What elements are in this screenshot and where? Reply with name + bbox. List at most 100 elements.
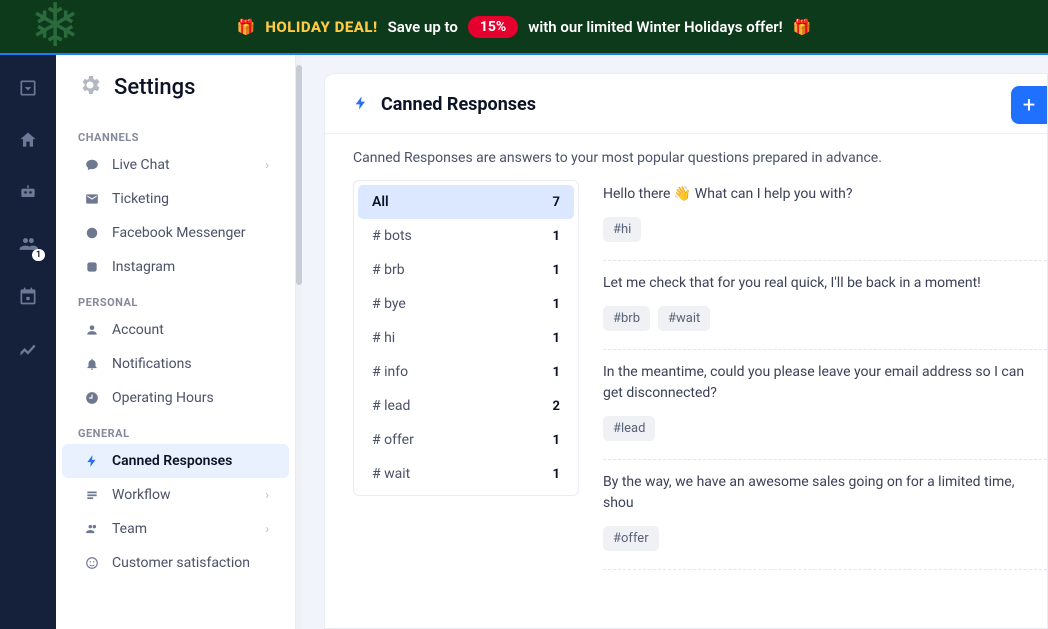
sidebar-item-team[interactable]: Team ›	[62, 512, 289, 546]
gift-icon: 🎁	[237, 18, 256, 36]
nav-label: Customer satisfaction	[112, 555, 250, 571]
bot-icon[interactable]	[17, 181, 39, 203]
tag-count: 1	[553, 297, 560, 312]
tag-label: # info	[372, 364, 408, 380]
tag-label: # bots	[372, 228, 412, 244]
team-icon	[84, 522, 100, 536]
account-icon	[84, 323, 100, 337]
nav-label: Account	[112, 322, 164, 338]
banner-prefix: Save up to	[388, 18, 458, 36]
tag-filter-row[interactable]: # info1	[358, 355, 574, 389]
response-item[interactable]: Hello there 👋 What can I help you with? #…	[603, 180, 1047, 261]
response-item[interactable]: Let me check that for you real quick, I'…	[603, 261, 1047, 350]
calendar-icon[interactable]	[17, 285, 39, 307]
settings-sidebar: Settings CHANNELS Live Chat › Ticketing F…	[56, 55, 296, 629]
nav-label: Operating Hours	[112, 390, 214, 406]
response-tag[interactable]: #wait	[658, 306, 710, 331]
nav-label: Instagram	[112, 259, 175, 275]
messenger-icon	[84, 226, 100, 240]
section-general: GENERAL	[56, 415, 295, 444]
snowflake-icon: ❄	[30, 0, 80, 61]
section-channels: CHANNELS	[56, 119, 295, 148]
sidebar-item-instagram[interactable]: Instagram	[62, 250, 289, 284]
bell-icon	[84, 357, 100, 371]
response-text: By the way, we have an awesome sales goi…	[603, 472, 1047, 514]
responses-list: Hello there 👋 What can I help you with? #…	[579, 180, 1047, 628]
tag-label: # bye	[372, 296, 406, 312]
smile-icon	[84, 556, 100, 570]
response-text: In the meantime, could you please leave …	[603, 362, 1047, 404]
nav-rail: 1	[0, 55, 56, 629]
people-icon[interactable]: 1	[17, 233, 39, 255]
tag-count: 1	[553, 433, 560, 448]
nav-label: Notifications	[112, 356, 192, 372]
section-personal: PERSONAL	[56, 284, 295, 313]
sidebar-item-ticketing[interactable]: Ticketing	[62, 182, 289, 216]
sidebar-item-messenger[interactable]: Facebook Messenger	[62, 216, 289, 250]
inbox-icon[interactable]	[17, 77, 39, 99]
tag-label: # lead	[372, 398, 410, 414]
deal-label: HOLIDAY DEAL!	[265, 18, 377, 36]
discount-pill: 15%	[468, 16, 518, 38]
response-tag[interactable]: #hi	[603, 217, 641, 242]
bolt-icon	[353, 95, 369, 115]
tag-count: 7	[553, 195, 560, 210]
tag-filter-row[interactable]: # bots 1	[358, 219, 574, 253]
sidebar-item-notifications[interactable]: Notifications	[62, 347, 289, 381]
nav-label: Live Chat	[112, 157, 170, 173]
clock-icon	[84, 391, 100, 405]
tag-count: 1	[553, 331, 560, 346]
panel-description: Canned Responses are answers to your mos…	[325, 134, 1047, 180]
tags-filter-list: All7# bots1# brb1# bye1# hi1# info1# lea…	[353, 180, 579, 496]
chevron-right-icon: ›	[265, 488, 269, 502]
tag-filter-row[interactable]: # wait1	[358, 457, 574, 491]
content-area: Canned Responses + Canned Responses are …	[302, 55, 1048, 629]
home-icon[interactable]	[17, 129, 39, 151]
tag-count: 2	[553, 399, 560, 414]
response-tags: #lead	[603, 416, 1047, 441]
chat-icon	[84, 158, 100, 172]
nav-label: Team	[112, 521, 147, 537]
tag-count: 1	[553, 467, 560, 482]
nav-label: Canned Responses	[112, 453, 232, 469]
sidebar-item-workflow[interactable]: Workflow›	[62, 478, 289, 512]
people-badge: 1	[32, 249, 45, 261]
tag-label: # offer	[372, 432, 414, 448]
sidebar-item-account[interactable]: Account	[62, 313, 289, 347]
tag-filter-row[interactable]: # offer 1	[358, 423, 574, 457]
tag-label: All	[372, 194, 389, 210]
response-tag[interactable]: #offer	[603, 526, 659, 551]
sidebar-item-live-chat[interactable]: Live Chat ›	[62, 148, 289, 182]
sidebar-item-customer-satisfaction[interactable]: Customer satisfaction	[62, 546, 289, 580]
panel-title: Canned Responses	[381, 94, 536, 115]
banner-suffix: with our limited Winter Holidays offer!	[528, 18, 782, 36]
tag-label: # hi	[372, 330, 395, 346]
gear-icon	[78, 73, 102, 101]
response-item[interactable]: By the way, we have an awesome sales goi…	[603, 460, 1047, 570]
tag-filter-row[interactable]: # lead 2	[358, 389, 574, 423]
response-text: Hello there 👋 What can I help you with?	[603, 184, 1047, 205]
tag-filter-row[interactable]: # bye 1	[358, 287, 574, 321]
tag-filter-row[interactable]: All 7	[358, 185, 574, 219]
chevron-right-icon: ›	[265, 158, 269, 172]
chevron-right-icon: ›	[265, 522, 269, 536]
tag-filter-row[interactable]: # brb1	[358, 253, 574, 287]
response-tags: #hi	[603, 217, 1047, 242]
holiday-banner[interactable]: ❄ 🎁 HOLIDAY DEAL! Save up to 15% with ou…	[0, 0, 1048, 53]
analytics-icon[interactable]	[17, 337, 39, 359]
mail-icon	[84, 192, 100, 206]
add-response-button[interactable]: +	[1011, 86, 1047, 124]
canned-responses-panel: Canned Responses + Canned Responses are …	[324, 73, 1048, 629]
tag-label: # brb	[372, 262, 405, 278]
page-title: Settings	[114, 75, 195, 100]
instagram-icon	[84, 260, 100, 274]
response-item[interactable]: In the meantime, could you please leave …	[603, 350, 1047, 460]
response-tag[interactable]: #brb	[603, 306, 650, 331]
sidebar-item-operating-hours[interactable]: Operating Hours	[62, 381, 289, 415]
response-tag[interactable]: #lead	[603, 416, 655, 441]
gift-icon: 🎁	[793, 18, 812, 36]
response-tags: #brb #wait	[603, 306, 1047, 331]
tag-count: 1	[553, 229, 560, 244]
tag-filter-row[interactable]: # hi 1	[358, 321, 574, 355]
sidebar-item-canned-responses[interactable]: Canned Responses	[62, 444, 289, 478]
